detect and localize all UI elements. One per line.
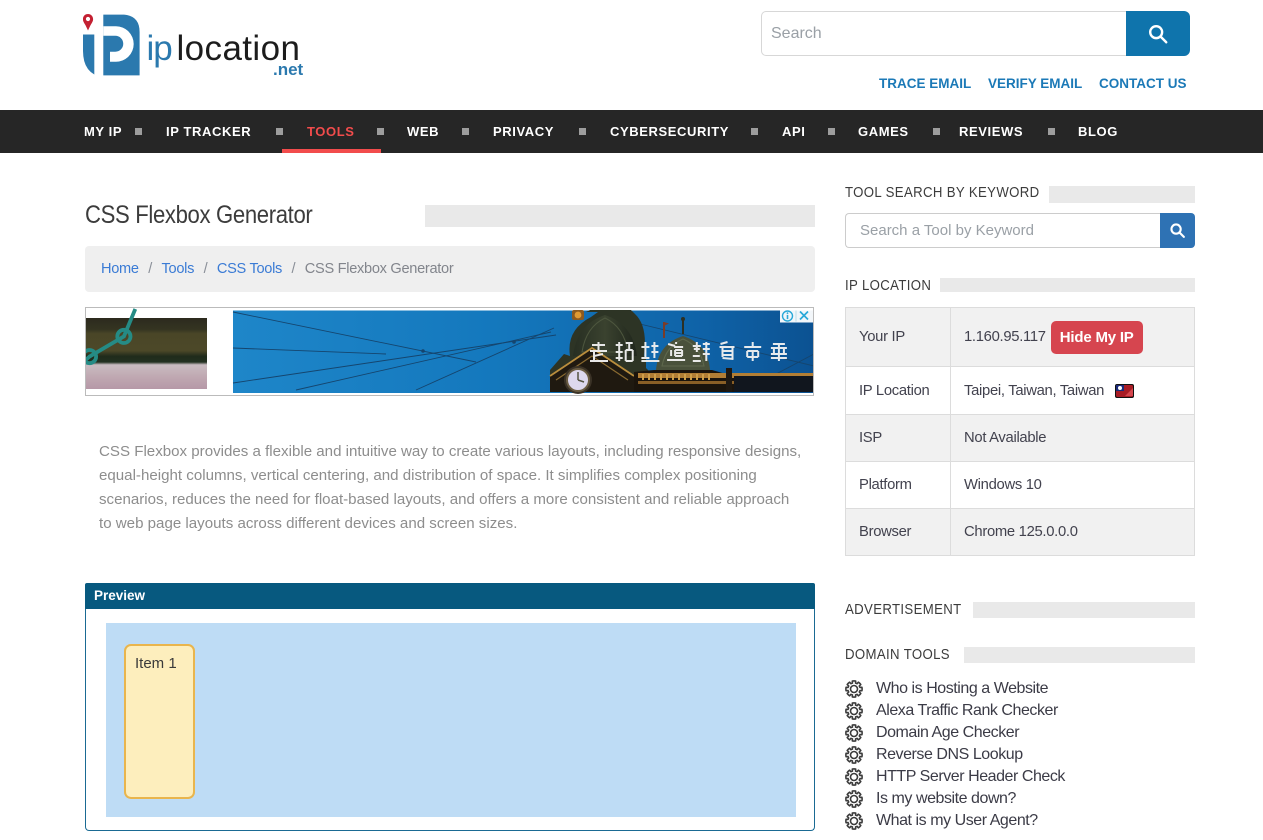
svg-text:.net: .net xyxy=(273,60,304,79)
svg-text:ip: ip xyxy=(147,29,172,68)
